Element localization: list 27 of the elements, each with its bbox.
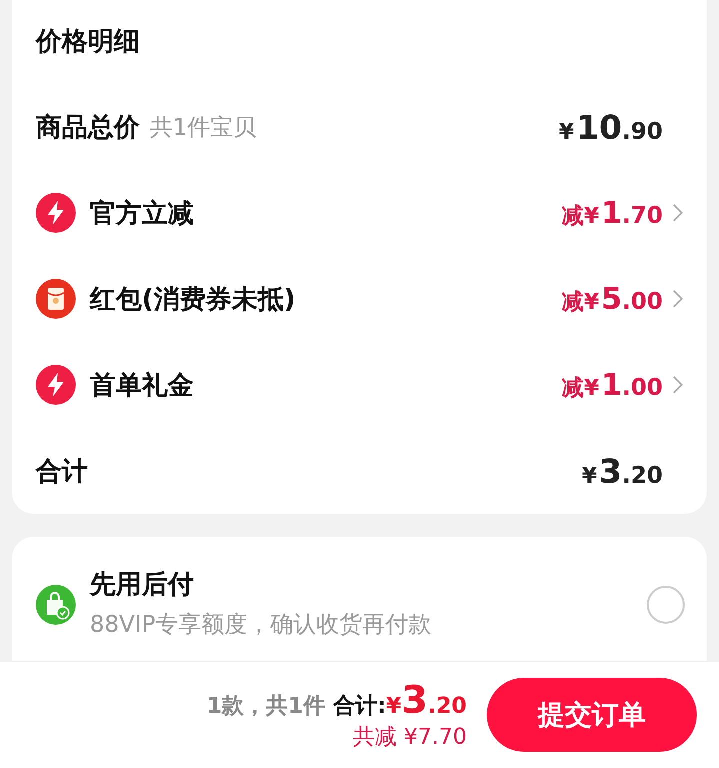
chevron-icon[interactable] <box>673 204 683 222</box>
submit-button[interactable]: 提交订单 <box>487 678 697 752</box>
chevron-icon[interactable] <box>673 376 683 394</box>
radio-button[interactable] <box>647 586 685 624</box>
row-label: 官方立减 <box>90 198 194 230</box>
bolt-icon <box>36 365 76 405</box>
row-label: 商品总价 <box>36 112 140 144</box>
discount-amount: 减¥1.00 <box>562 368 663 402</box>
total-amount: ¥3.20 <box>386 678 467 722</box>
payment-title: 先用后付 <box>90 569 195 602</box>
chevron-icon[interactable] <box>673 290 683 308</box>
shopping-bag-icon <box>36 585 76 625</box>
row-label: 红包(消费券未抵) <box>90 284 296 316</box>
section-title: 价格明细 <box>36 26 141 59</box>
price-amount: ¥10.90 <box>559 108 663 146</box>
total-label: 合计: <box>333 693 386 721</box>
row-label: 首单礼金 <box>90 370 194 402</box>
discount-amount: 减¥1.70 <box>562 196 663 230</box>
envelope-icon <box>36 279 76 319</box>
bolt-icon <box>36 193 76 233</box>
row-label: 合计 <box>36 456 88 488</box>
price-amount: ¥3.20 <box>582 452 663 490</box>
discount-amount: 减¥5.00 <box>562 282 663 316</box>
item-count: 1款，共1件 <box>206 693 326 721</box>
row-note: 共1件宝贝 <box>150 114 257 142</box>
savings-amount: 共减 ¥7.70 <box>353 724 467 752</box>
payment-subtitle: 88VIP专享额度，确认收货再付款 <box>90 611 433 640</box>
